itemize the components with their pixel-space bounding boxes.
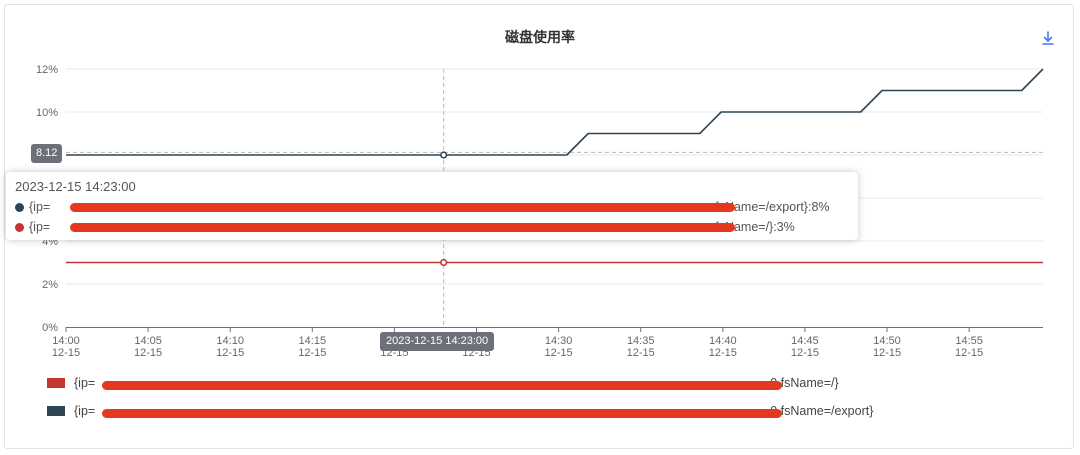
redaction-mark [70,223,735,232]
series-point [440,258,448,267]
x-tick-date-label: 12-15 [791,347,819,359]
y-tick-label: 2% [42,279,58,291]
x-tick-label: 14:30 [545,335,573,347]
tooltip-row-root: {ip= fsName=/}:3% [15,217,849,237]
x-tick-date-label: 12-15 [545,347,573,359]
legend-label-prefix: {ip= [74,404,96,418]
y-tick-label: 0% [42,322,58,334]
series-dot-icon [15,222,24,232]
legend-swatch [47,406,65,416]
x-axis: 14:0012-1514:0512-1514:1012-1514:1512-15… [52,327,1043,359]
x-tick-label: 14:40 [709,335,737,347]
x-tick-label: 14:00 [52,335,80,347]
legend-item-root[interactable]: {ip= 0,fsName=/} [47,376,839,390]
tooltip: 2023-12-15 14:23:00 {ip= fsName=/export}… [6,172,858,240]
x-tick-date-label: 12-15 [709,347,737,359]
series-dot-icon [15,202,24,212]
x-tick-date-label: 12-15 [873,347,901,359]
tooltip-row-prefix: {ip= [29,200,51,214]
x-tick-label: 14:10 [216,335,244,347]
redaction-mark [70,203,735,212]
series-point [440,151,448,159]
x-tick-date-label: 12-15 [955,347,983,359]
x-tick-label: 14:15 [299,335,327,347]
x-tick-date-label: 12-15 [52,347,80,359]
legend-swatch [47,378,65,388]
y-axis-pointer-label: 8.12 [31,144,63,163]
x-tick-date-label: 12-15 [627,347,655,359]
redaction-mark [102,381,782,390]
tooltip-time: 2023-12-15 14:23:00 [15,179,136,194]
tooltip-row-export: {ip= fsName=/export}:8% [15,197,849,217]
x-tick-label: 14:50 [873,335,901,347]
y-tick-label: 12% [36,64,58,76]
x-tick-label: 14:45 [791,335,819,347]
x-tick-date-label: 12-15 [134,347,162,359]
x-axis-pointer-label: 2023-12-15 14:23:00 [380,332,495,351]
legend-label-suffix: 0,fsName=/export} [770,404,874,418]
x-tick-date-label: 12-15 [216,347,244,359]
tooltip-row-prefix: {ip= [29,220,51,234]
legend-label-prefix: {ip= [74,376,96,390]
x-tick-label: 14:35 [627,335,655,347]
x-tick-date-label: 12-15 [298,347,326,359]
x-tick-label: 14:55 [955,335,983,347]
legend-item-export[interactable]: {ip= 0,fsName=/export} [47,404,873,418]
redaction-mark [102,409,782,418]
y-tick-label: 10% [36,107,58,119]
x-tick-label: 14:05 [134,335,162,347]
